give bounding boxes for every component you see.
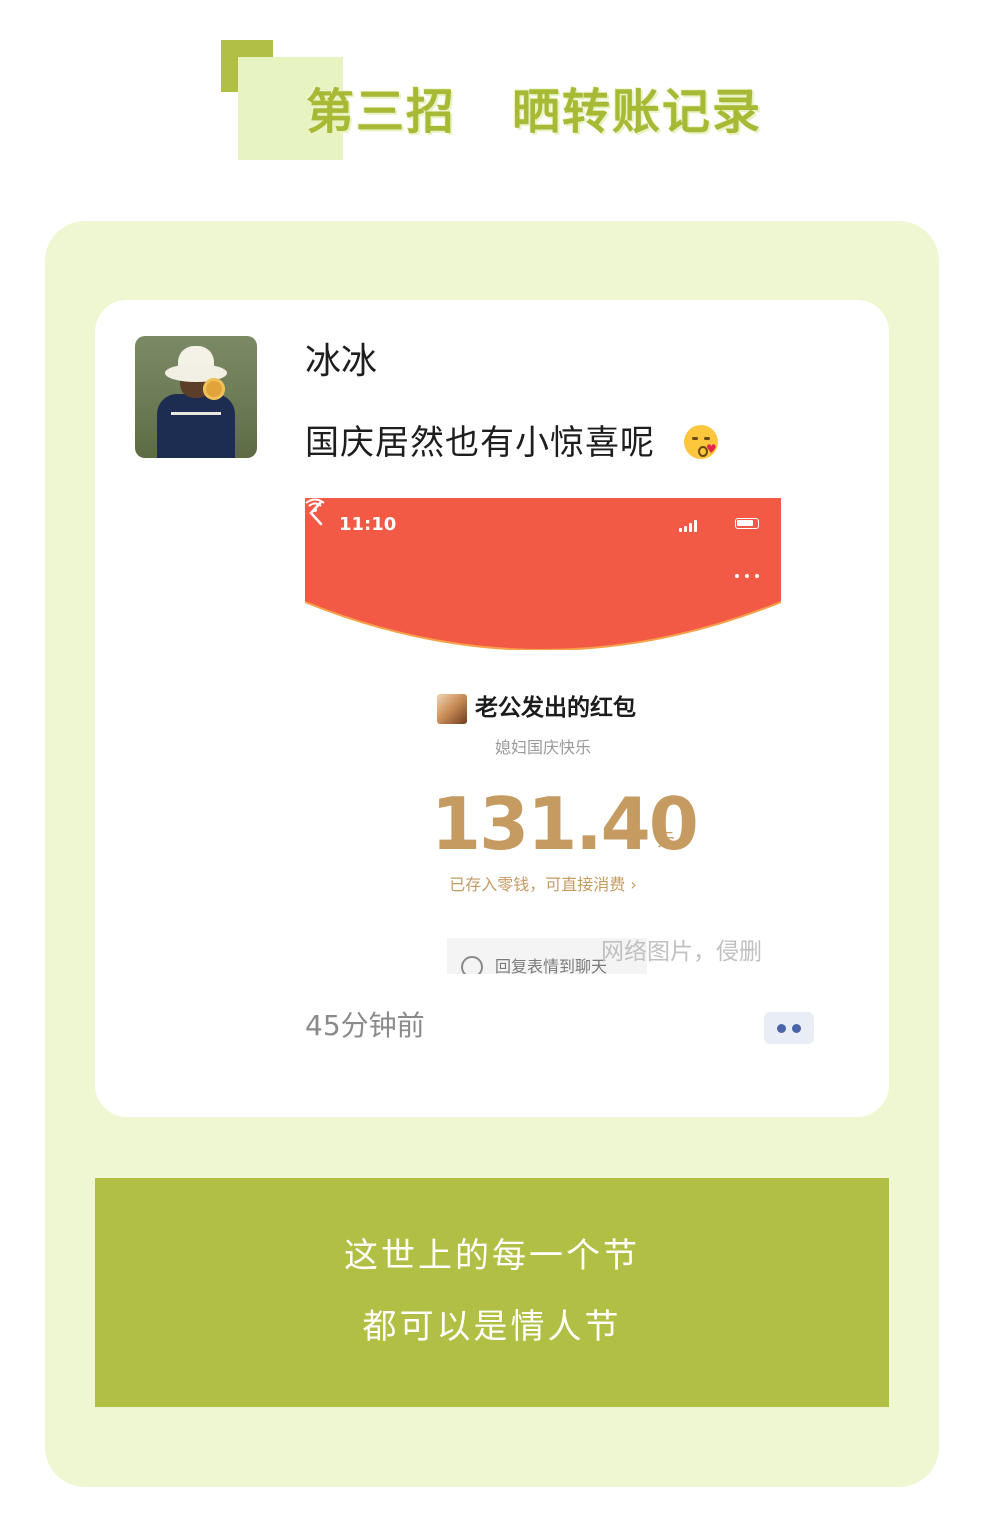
user-avatar[interactable] <box>135 336 257 458</box>
smiley-icon <box>461 956 483 974</box>
red-packet-greeting: 媳妇国庆快乐 <box>494 738 591 757</box>
header-title-topic: 晒转账记录 <box>512 84 763 140</box>
red-packet-header: 11:10 <box>305 498 781 650</box>
emoji-eye-left <box>692 437 698 440</box>
battery-icon <box>735 518 759 529</box>
post-timestamp: 45分钟前 <box>305 1009 425 1042</box>
avatar-flower <box>203 378 225 400</box>
comment-button[interactable] <box>764 1012 814 1044</box>
quote-box: 这世上的每一个节 都可以是情人节 <box>95 1178 889 1407</box>
more-options-icon[interactable] <box>733 570 763 582</box>
sender-avatar <box>437 694 467 724</box>
status-bar-time: 11:10 <box>339 514 397 535</box>
comment-dot-icon <box>792 1024 801 1033</box>
signal-icon <box>679 518 705 532</box>
quote-line-1: 这世上的每一个节 <box>344 1236 640 1276</box>
comment-dot-icon <box>777 1024 786 1033</box>
kissing-face-emoji-icon: ♥ <box>684 425 718 459</box>
sender-title: 老公发出的红包 <box>475 695 636 721</box>
deposit-note-link[interactable]: 已存入零钱，可直接消费 › <box>305 874 781 896</box>
post-user-name[interactable]: 冰冰 <box>305 338 377 386</box>
quote-line-2: 都可以是情人节 <box>362 1307 622 1347</box>
watermark-text: 网络图片，侵删 <box>601 939 762 965</box>
back-arrow-icon[interactable] <box>305 498 329 528</box>
emoji-eye-right <box>704 437 710 440</box>
post-text: 国庆居然也有小惊喜呢 <box>305 423 655 463</box>
heart-icon: ♥ <box>706 442 717 456</box>
amount-unit: 元 <box>657 830 675 851</box>
reply-hint: 回复表情到聊天 <box>495 957 608 974</box>
avatar-collar <box>171 398 221 415</box>
red-packet-amount: 131.40 <box>431 782 699 866</box>
red-packet-screenshot[interactable]: 11:10 老公发出的红包 媳妇国庆快乐 131.40 元 已存入零钱，可直接消… <box>305 498 781 974</box>
header-title-step: 第三招 <box>306 84 457 140</box>
